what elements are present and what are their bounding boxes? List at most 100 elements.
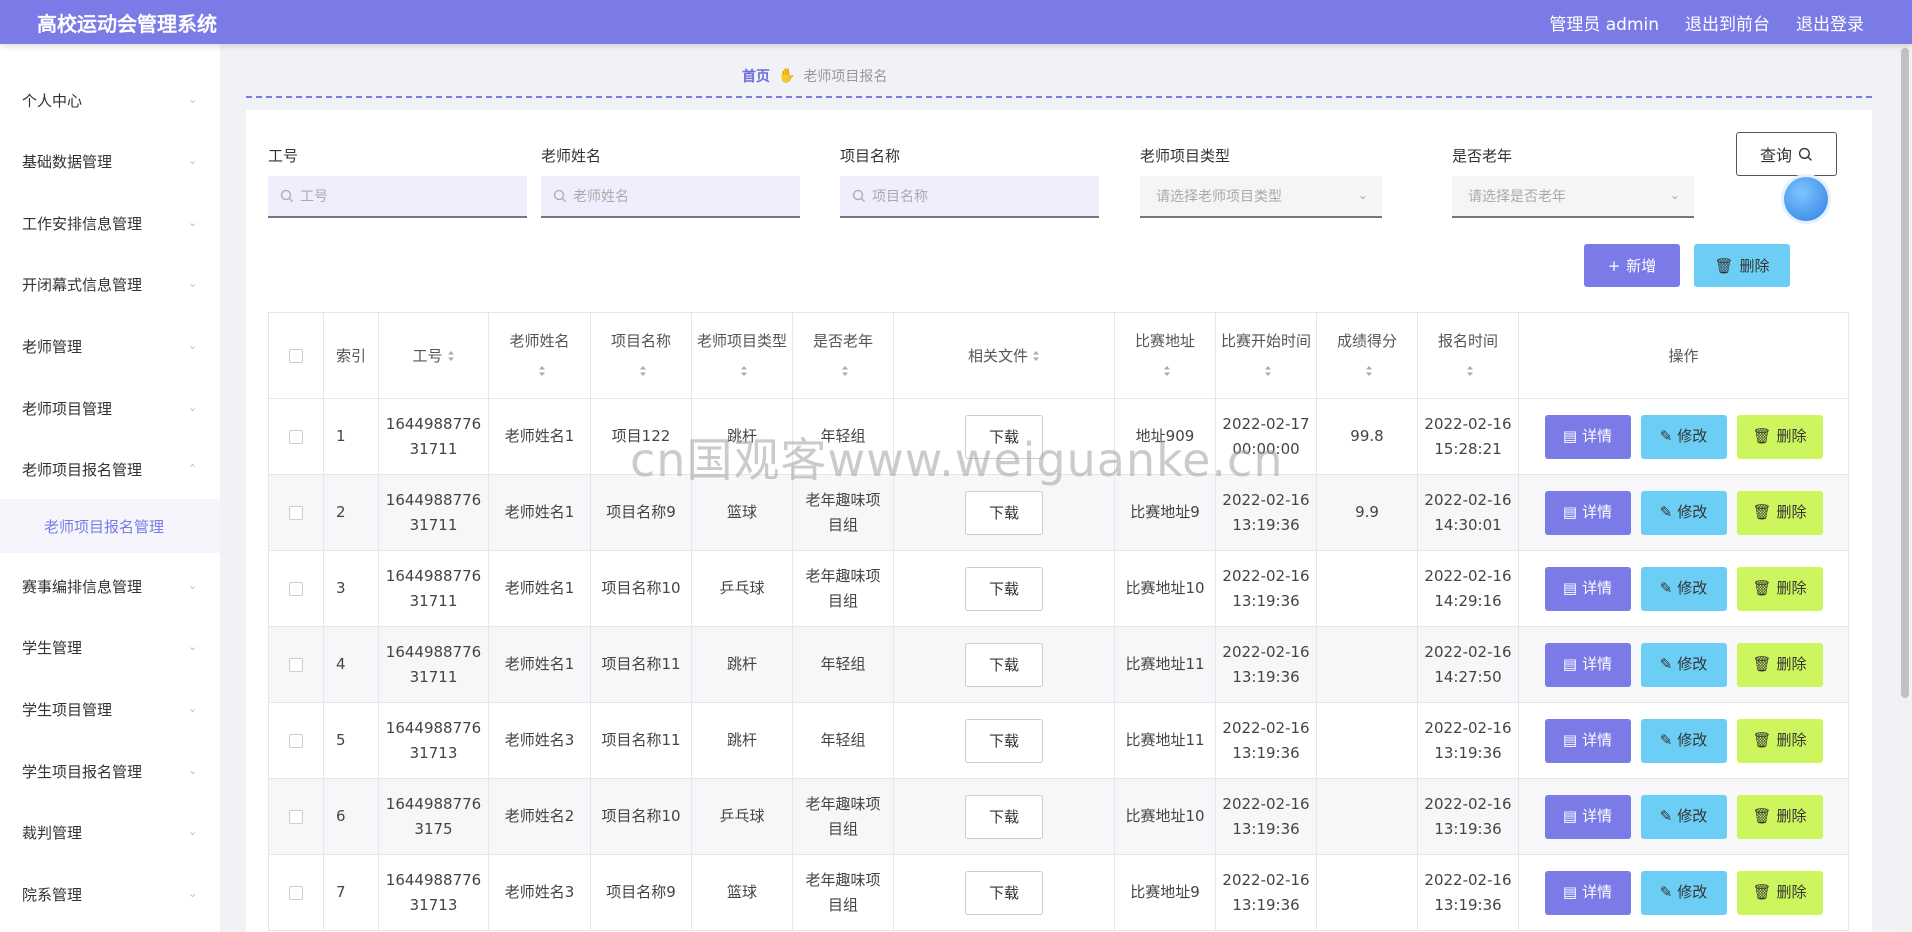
edit-button[interactable]: ✎ 修改 <box>1640 414 1727 459</box>
detail-button[interactable]: ▤ 详情 <box>1544 414 1631 459</box>
sort-icon[interactable] <box>1365 365 1373 377</box>
batch-delete-button[interactable]: 🗑 删除 <box>1694 244 1790 287</box>
sort-icon[interactable] <box>740 365 748 377</box>
checkbox[interactable] <box>289 885 303 900</box>
header-signup[interactable]: 报名时间 <box>1417 312 1519 399</box>
header-file[interactable]: 相关文件 <box>893 312 1115 399</box>
delete-button[interactable]: 🗑 删除 <box>1736 414 1823 459</box>
checkbox[interactable] <box>289 429 303 444</box>
detail-button[interactable]: ▤ 详情 <box>1544 794 1631 839</box>
cell-start: 2022-02-16 13:19:36 <box>1215 702 1317 779</box>
vertical-scrollbar[interactable] <box>1898 44 1912 932</box>
cell-type: 跳杆 <box>691 626 793 703</box>
logout-link[interactable]: 退出登录 <box>1796 10 1864 35</box>
cell-check[interactable] <box>268 854 324 931</box>
edit-button[interactable]: ✎ 修改 <box>1640 794 1727 839</box>
download-button[interactable]: 下载 <box>965 718 1043 763</box>
scrollbar-thumb[interactable] <box>1901 48 1909 698</box>
cell-type: 篮球 <box>691 474 793 551</box>
sidebar-item-work-arrangement[interactable]: 工作安排信息管理 ⌄ <box>0 203 220 243</box>
detail-button[interactable]: ▤ 详情 <box>1544 566 1631 611</box>
detail-button[interactable]: ▤ 详情 <box>1544 718 1631 763</box>
sidebar-item-teachers[interactable]: 老师管理 ⌄ <box>0 326 220 366</box>
edit-button[interactable]: ✎ 修改 <box>1640 566 1727 611</box>
delete-label: 删除 <box>1776 655 1807 673</box>
delete-button[interactable]: 🗑 删除 <box>1736 566 1823 611</box>
checkbox[interactable] <box>289 581 303 596</box>
search-input-no[interactable]: 工号 <box>268 176 527 218</box>
cell-check[interactable] <box>268 778 324 855</box>
pencil-icon: ✎ <box>1659 731 1673 749</box>
sort-icon[interactable] <box>447 350 455 362</box>
sort-icon[interactable] <box>841 365 849 377</box>
checkbox[interactable] <box>289 349 303 363</box>
breadcrumb-home[interactable]: 首页 <box>742 66 770 86</box>
floating-assistant-icon[interactable] <box>1784 177 1828 221</box>
checkbox[interactable] <box>289 809 303 824</box>
sort-icon[interactable] <box>639 365 647 377</box>
sort-icon[interactable] <box>1466 365 1474 377</box>
query-button[interactable]: 查询 <box>1736 132 1837 176</box>
exit-to-front-link[interactable]: 退出到前台 <box>1685 10 1770 35</box>
submenu-item-teacher-signup-manage[interactable]: 老师项目报名管理 <box>0 499 220 553</box>
edit-button[interactable]: ✎ 修改 <box>1640 870 1727 915</box>
edit-button[interactable]: ✎ 修改 <box>1640 642 1727 687</box>
select-teacher-project-type[interactable]: 请选择老师项目类型 ⌄ <box>1140 176 1382 218</box>
detail-button[interactable]: ▤ 详情 <box>1544 642 1631 687</box>
search-input-name[interactable]: 老师姓名 <box>541 176 800 218</box>
download-button[interactable]: 下载 <box>965 566 1043 611</box>
delete-button[interactable]: 🗑 删除 <box>1736 870 1823 915</box>
cell-idx: 7 <box>323 854 379 931</box>
cell-check[interactable] <box>268 550 324 627</box>
search-input-project[interactable]: 项目名称 <box>840 176 1099 218</box>
add-button[interactable]: + 新增 <box>1584 244 1680 287</box>
delete-button[interactable]: 🗑 删除 <box>1736 642 1823 687</box>
checkbox[interactable] <box>289 657 303 672</box>
header-old[interactable]: 是否老年 <box>792 312 894 399</box>
download-button[interactable]: 下载 <box>965 794 1043 839</box>
sidebar-item-personal-center[interactable]: 个人中心 ⌄ <box>0 80 220 120</box>
sidebar-item-student-signup[interactable]: 学生项目报名管理 ⌄ <box>0 751 220 791</box>
detail-label: 详情 <box>1582 807 1613 825</box>
sidebar-item-students[interactable]: 学生管理 ⌄ <box>0 627 220 667</box>
select-is-old[interactable]: 请选择是否老年 ⌄ <box>1452 176 1694 218</box>
cell-check[interactable] <box>268 702 324 779</box>
sidebar-item-teacher-projects[interactable]: 老师项目管理 ⌄ <box>0 388 220 428</box>
edit-button[interactable]: ✎ 修改 <box>1640 718 1727 763</box>
header-type[interactable]: 老师项目类型 <box>691 312 793 399</box>
delete-button[interactable]: 🗑 删除 <box>1736 794 1823 839</box>
sidebar-item-ceremony[interactable]: 开闭幕式信息管理 ⌄ <box>0 264 220 304</box>
cell-check[interactable] <box>268 626 324 703</box>
sort-icon[interactable] <box>538 365 546 377</box>
delete-button[interactable]: 🗑 删除 <box>1736 718 1823 763</box>
sidebar-item-departments[interactable]: 院系管理 ⌄ <box>0 874 220 914</box>
header-addr[interactable]: 比赛地址 <box>1114 312 1216 399</box>
header-no[interactable]: 工号 <box>378 312 489 399</box>
sidebar-item-referees[interactable]: 裁判管理 ⌄ <box>0 812 220 852</box>
header-select-all[interactable] <box>268 312 324 399</box>
download-button[interactable]: 下载 <box>965 490 1043 535</box>
checkbox[interactable] <box>289 505 303 520</box>
header-score[interactable]: 成绩得分 <box>1316 312 1418 399</box>
sidebar-item-student-projects[interactable]: 学生项目管理 ⌄ <box>0 689 220 729</box>
sidebar-item-schedule[interactable]: 赛事编排信息管理 ⌄ <box>0 566 220 606</box>
edit-button[interactable]: ✎ 修改 <box>1640 490 1727 535</box>
detail-button[interactable]: ▤ 详情 <box>1544 490 1631 535</box>
header-name[interactable]: 老师姓名 <box>488 312 591 399</box>
header-start[interactable]: 比赛开始时间 <box>1215 312 1317 399</box>
sidebar-item-teacher-signup[interactable]: 老师项目报名管理 ⌃ <box>0 449 220 489</box>
sidebar-item-label: 老师管理 <box>22 337 83 356</box>
sort-icon[interactable] <box>1032 350 1040 362</box>
download-button[interactable]: 下载 <box>965 642 1043 687</box>
delete-button[interactable]: 🗑 删除 <box>1736 490 1823 535</box>
download-button[interactable]: 下载 <box>965 414 1043 459</box>
detail-button[interactable]: ▤ 详情 <box>1544 870 1631 915</box>
sidebar-item-basic-data[interactable]: 基础数据管理 ⌄ <box>0 141 220 181</box>
download-button[interactable]: 下载 <box>965 870 1043 915</box>
cell-check[interactable] <box>268 474 324 551</box>
checkbox[interactable] <box>289 733 303 748</box>
sort-icon[interactable] <box>1264 365 1272 377</box>
sort-icon[interactable] <box>1163 365 1171 377</box>
cell-check[interactable] <box>268 398 324 475</box>
header-project[interactable]: 项目名称 <box>590 312 692 399</box>
